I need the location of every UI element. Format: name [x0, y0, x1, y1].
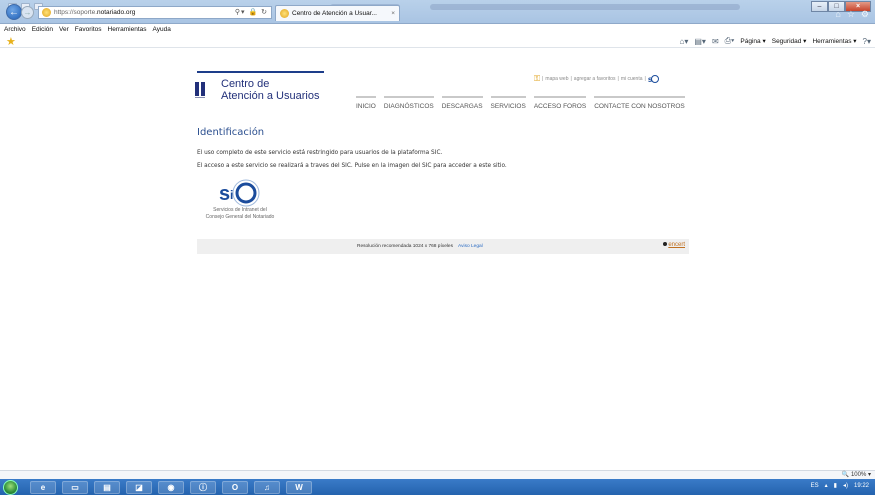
menu-edicion[interactable]: Edición [32, 26, 53, 33]
aviso-legal-link[interactable]: Aviso Legal [458, 244, 483, 249]
forward-button[interactable]: → [21, 6, 34, 19]
nav-descargas[interactable]: DESCARGAS [441, 96, 483, 110]
menu-ayuda[interactable]: Ayuda [153, 26, 171, 33]
page-title: Identificación [197, 127, 265, 138]
taskbar-chrome-icon[interactable]: ◉ [158, 481, 184, 494]
key-icon: ⚿ [534, 74, 541, 83]
svg-text:s: s [219, 183, 230, 205]
tab-favicon-icon [280, 9, 289, 18]
home-page-icon[interactable]: ⌂▾ [680, 37, 689, 46]
system-tray: ES ▴ ▮ ◂) 19:22 [811, 482, 869, 490]
help-icon[interactable]: ?▾ [863, 37, 871, 46]
taskbar-word-icon[interactable]: W [286, 481, 312, 494]
network-icon[interactable]: ▮ [834, 482, 837, 489]
zoom-level[interactable]: 🔍 100% ▾ [842, 471, 871, 478]
nav-servicios[interactable]: SERVICIOS [490, 96, 527, 110]
taskbar-explorer-icon[interactable]: ▭ [62, 481, 88, 494]
tab-close-icon[interactable]: × [391, 10, 395, 17]
arrow-right-icon: → [23, 8, 32, 17]
main-nav: INICIO DIAGNÓSTICOS DESCARGAS SERVICIOS … [356, 96, 685, 110]
notariado-logo-icon [195, 82, 205, 98]
sic-small-logo[interactable]: s [648, 75, 659, 84]
back-button[interactable]: ← [6, 4, 22, 20]
command-herramientas[interactable]: Herramientas ▾ [812, 37, 856, 45]
header-accent-line [197, 71, 324, 73]
url-text: https://soporte.notariado.org [54, 9, 136, 16]
arrow-left-icon: ← [9, 6, 19, 18]
nav-contacte[interactable]: CONTACTE CON NOSOTROS [594, 96, 685, 110]
volume-icon[interactable]: ◂) [843, 482, 848, 489]
site-title[interactable]: Centro de Atención a Usuarios [221, 78, 319, 102]
mail-icon[interactable]: ✉ [712, 37, 719, 46]
access-text: El acceso a este servicio se realizará a… [197, 163, 507, 169]
nav-diagnosticos[interactable]: DIAGNÓSTICOS [383, 96, 434, 110]
taskbar-app-icon[interactable]: O [222, 481, 248, 494]
link-agregar-favoritos[interactable]: agregar a favoritos [574, 76, 616, 82]
minimize-button[interactable]: – [811, 1, 828, 12]
link-mi-cuenta[interactable]: mi cuenta [621, 76, 643, 82]
nav-acceso-foros[interactable]: ACCESO FOROS [533, 96, 587, 110]
clock[interactable]: 19:22 [854, 483, 869, 489]
command-seguridad[interactable]: Seguridad ▾ [772, 37, 807, 45]
status-bar: 🔍 100% ▾ [0, 470, 875, 479]
encert-logo[interactable]: encert [663, 242, 685, 248]
page-footer: Resolución recomendada 1024 x 768 píxele… [197, 239, 689, 254]
add-favorites-star-icon[interactable]: ★ [6, 35, 16, 48]
browser-tab-active[interactable]: Centro de Atención a Usuar... × [275, 5, 400, 21]
nav-inicio[interactable]: INICIO [356, 96, 376, 110]
header-links: ⚿ | mapa web | agregar a favoritos | mi … [534, 74, 659, 84]
link-mapa-web[interactable]: mapa web [545, 76, 568, 82]
sic-access-logo[interactable]: s i [208, 179, 268, 209]
taskbar-ie-icon[interactable]: e [30, 481, 56, 494]
address-icons[interactable]: ⚲▾ 🔒 ↻ [235, 8, 268, 16]
menu-herramientas[interactable]: Herramientas [108, 26, 147, 33]
taskbar-app-icon[interactable]: ▤ [94, 481, 120, 494]
site-favicon-icon [42, 8, 51, 17]
menu-ver[interactable]: Ver [59, 26, 69, 33]
favorites-star-icon[interactable]: ☆ [847, 9, 855, 20]
resolution-note: Resolución recomendada 1024 x 768 píxele… [357, 244, 483, 249]
restriction-text: El uso completo de este servicio está re… [197, 150, 443, 156]
address-bar[interactable]: https://soporte.notariado.org ⚲▾ 🔒 ↻ [38, 6, 272, 19]
window-titlebar: – □ × ← → https://soporte.notariado.org … [0, 0, 875, 24]
tray-arrow-icon[interactable]: ▴ [825, 482, 828, 489]
language-indicator[interactable]: ES [811, 483, 819, 489]
settings-gear-icon[interactable]: ⚙ [861, 9, 869, 20]
tab-title: Centro de Atención a Usuar... [292, 10, 377, 17]
feeds-icon[interactable]: ▤▾ [694, 37, 706, 46]
taskbar: e ▭ ▤ ◪ ◉ ⓘ O ♫ W ES ▴ ▮ ◂) 19:22 [0, 479, 875, 495]
browser-right-icons: ⌂ ☆ ⚙ [835, 9, 869, 20]
print-icon[interactable]: ⎙▾ [725, 36, 735, 46]
command-bar: ⌂▾ ▤▾ ✉ ⎙▾ Página ▾ Seguridad ▾ Herramie… [680, 36, 871, 46]
blurred-title [430, 4, 740, 10]
home-icon[interactable]: ⌂ [835, 9, 840, 20]
command-pagina[interactable]: Página ▾ [740, 37, 765, 45]
sic-caption: Servicios de Intranet del Consejo Genera… [205, 207, 275, 220]
menu-bar: Archivo Edición Ver Favoritos Herramient… [0, 24, 875, 34]
taskbar-app-icon[interactable]: ⓘ [190, 481, 216, 494]
favorites-bar: ★ ⌂▾ ▤▾ ✉ ⎙▾ Página ▾ Seguridad ▾ Herram… [0, 34, 875, 48]
menu-favoritos[interactable]: Favoritos [75, 26, 102, 33]
taskbar-itunes-icon[interactable]: ♫ [254, 481, 280, 494]
taskbar-app-icon[interactable]: ◪ [126, 481, 152, 494]
menu-archivo[interactable]: Archivo [4, 26, 26, 33]
start-button[interactable] [3, 480, 18, 495]
